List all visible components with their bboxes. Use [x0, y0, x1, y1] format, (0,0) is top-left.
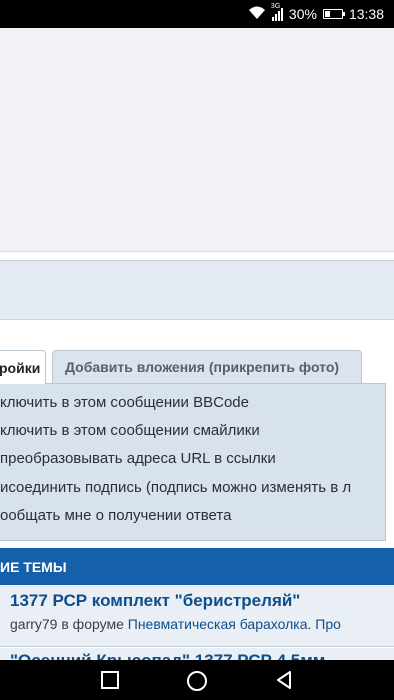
topic-row[interactable]: 1377 РСР комплект "беристреляй" garry79 … — [0, 585, 394, 647]
tab-settings[interactable]: ройки — [0, 350, 46, 384]
network-type: 3G — [270, 3, 281, 10]
option-bbcode[interactable]: ключить в этом сообщении BBCode — [0, 394, 249, 418]
battery-percent: 30% — [288, 6, 317, 22]
recents-icon[interactable] — [100, 670, 120, 695]
back-icon[interactable] — [274, 670, 294, 695]
option-urls[interactable]: преобразовывать адреса URL в ссылки — [0, 450, 276, 474]
status-bar: 3G 30% 13:38 — [0, 0, 394, 28]
option-notify[interactable]: ообщать мне о получении ответа — [0, 507, 231, 531]
section-title: ИЕ ТЕМЫ — [0, 558, 67, 575]
topic-title[interactable]: 1377 РСР комплект "беристреляй" — [10, 591, 300, 611]
clock: 13:38 — [348, 6, 384, 22]
option-signature[interactable]: исоединить подпись (подпись можно изменя… — [0, 479, 351, 503]
battery-icon — [322, 9, 345, 19]
options-panel: ключить в этом сообщении BBCode ключить … — [0, 383, 386, 541]
editor-toolbar-area — [0, 260, 394, 320]
topic-author[interactable]: garry79 — [10, 616, 57, 632]
option-smilies[interactable]: ключить в этом сообщении смайлики — [0, 422, 260, 446]
wifi-icon — [248, 6, 266, 23]
message-textarea[interactable] — [0, 28, 394, 252]
signal-icon: 3G — [271, 3, 283, 21]
options-tabs: ройки Добавить вложения (прикрепить фото… — [0, 350, 394, 384]
tab-attachments[interactable]: Добавить вложения (прикрепить фото) — [52, 350, 362, 383]
topic-in-forum: в форуме — [61, 616, 124, 632]
section-header: ИЕ ТЕМЫ — [0, 548, 394, 585]
navigation-bar — [0, 660, 394, 700]
home-icon[interactable] — [186, 670, 208, 697]
topic-meta: garry79 в форуме Пневматическая барахолк… — [10, 616, 341, 632]
topic-forum-link[interactable]: Пневматическая барахолка. Про — [128, 616, 341, 632]
